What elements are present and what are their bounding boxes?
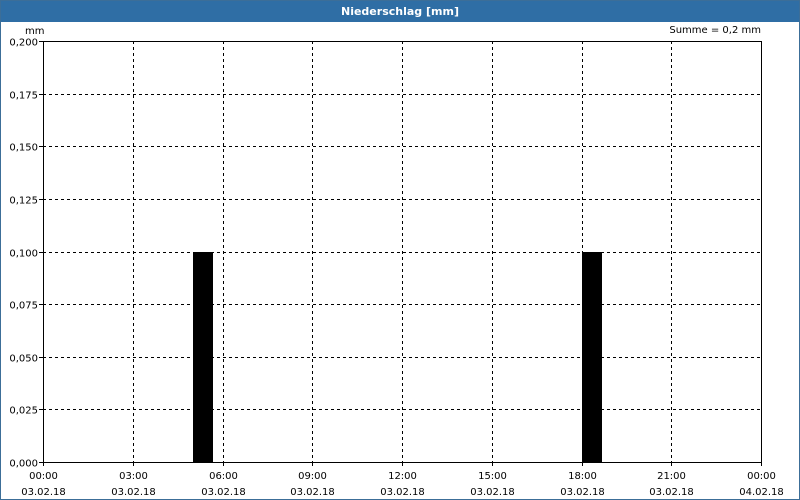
x-tick-date-label: 03.02.18 [649,487,694,498]
x-tick-time-label: 15:00 [478,471,507,482]
y-tick-label: 0,150 [9,143,38,154]
x-tick-time-label: 00:00 [747,471,776,482]
chart-title: Niederschlag [mm] [1,1,799,22]
x-tick-date-label: 03.02.18 [470,487,515,498]
x-tick-time-label: 06:00 [209,471,238,482]
grid-layer [43,41,761,462]
y-axis-ticks: 0,000 0,025 0,050 0,075 0,100 0,125 0,150 0,175… [9,38,43,470]
x-tick-date-label: 04.02.18 [739,487,784,498]
x-tick-date-label: 03.02.18 [201,487,246,498]
x-tick-time-label: 03:00 [119,471,148,482]
y-tick-label: 0,125 [9,196,38,207]
y-axis-unit-label: mm [25,26,44,37]
sum-annotation: Summe = 0,2 mm [669,25,761,36]
x-tick-date-label: 03.02.18 [290,487,335,498]
x-tick-time-label: 21:00 [657,471,686,482]
x-tick-date-label: 03.02.18 [111,487,156,498]
precipitation-chart: 0,000 0,025 0,050 0,075 0,100 0,125 0,150 0,175… [9,25,784,498]
y-tick-label: 0,050 [9,354,38,365]
precipitation-bar [582,252,602,463]
y-tick-label: 0,075 [9,301,38,312]
y-tick-label: 0,100 [9,249,38,260]
precipitation-bar [193,252,213,463]
y-tick-label: 0,175 [9,91,38,102]
x-tick-date-label: 03.02.18 [21,487,66,498]
x-tick-time-label: 09:00 [298,471,327,482]
x-axis-ticks: 00:00 03.02.18 03:00 03.02.18 06:00 03.02.18 0… [21,462,784,498]
y-tick-label: 0,000 [9,459,38,470]
x-tick-time-label: 12:00 [388,471,417,482]
x-tick-date-label: 03.02.18 [380,487,425,498]
x-tick-time-label: 00:00 [29,471,58,482]
y-tick-label: 0,200 [9,38,38,49]
x-tick-time-label: 18:00 [568,471,597,482]
chart-window: Niederschlag [mm] 0,000 0,025 0,050 0,075 0,… [0,0,800,500]
x-tick-date-label: 03.02.18 [560,487,605,498]
y-tick-label: 0,025 [9,406,38,417]
